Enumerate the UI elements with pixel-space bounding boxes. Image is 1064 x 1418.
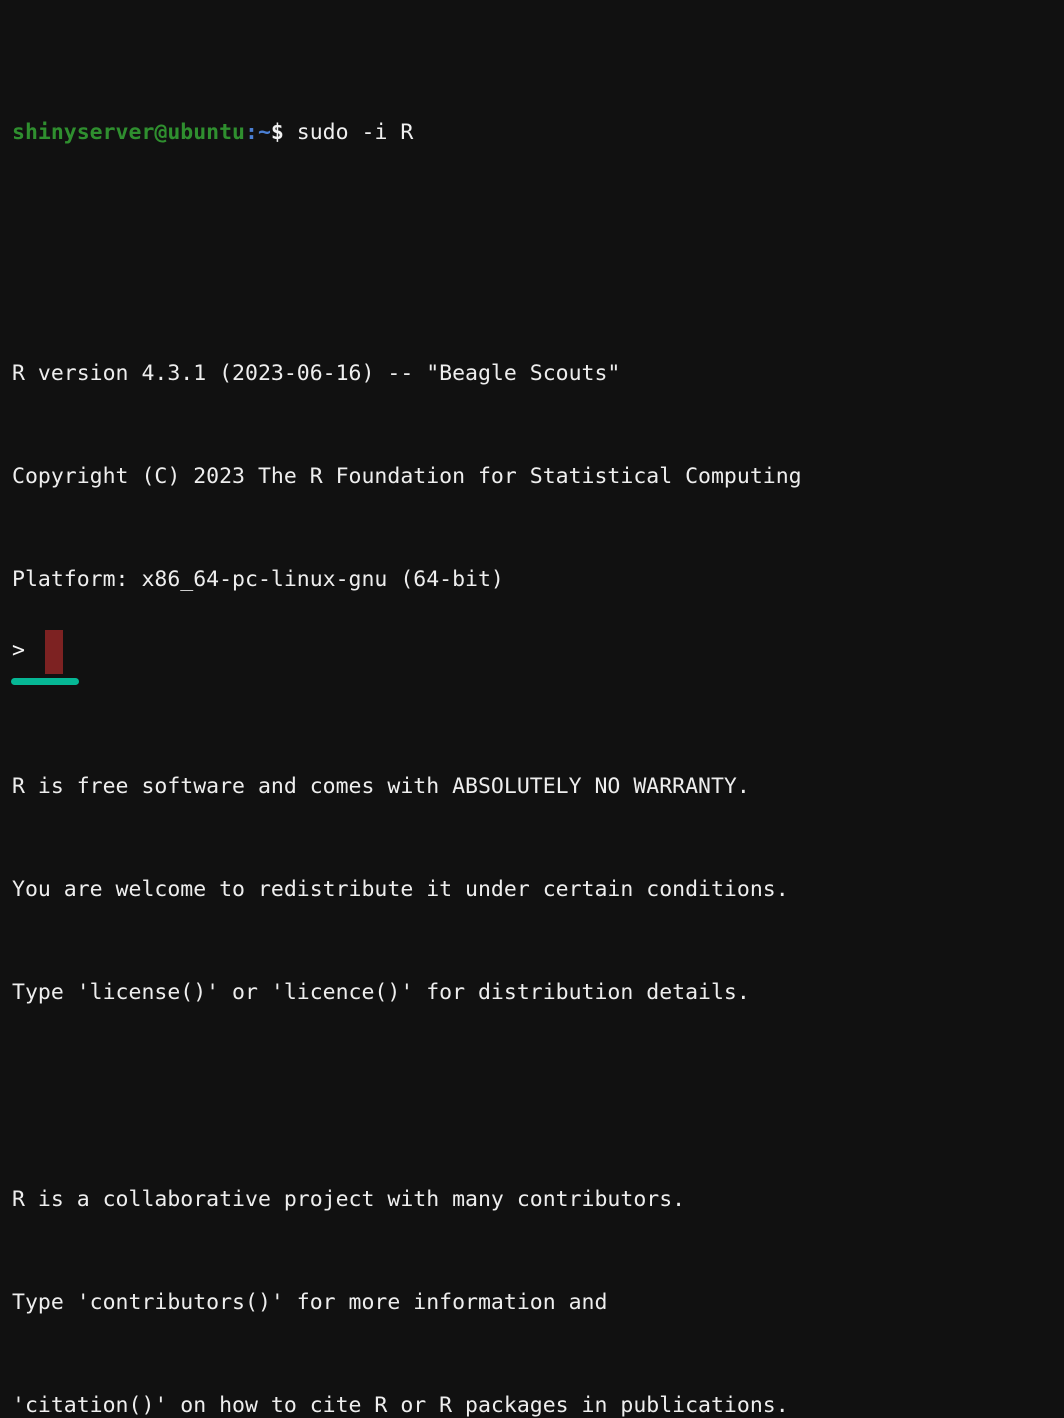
output-line-r-version: R version 4.3.1 (2023-06-16) -- "Beagle … [12, 357, 1064, 391]
output-line-redistribute: You are welcome to redistribute it under… [12, 873, 1064, 907]
scroll-position-indicator[interactable] [11, 678, 79, 685]
prompt-symbol: $ [271, 120, 284, 145]
output-line-collaborative: R is a collaborative project with many c… [12, 1183, 1064, 1217]
prompt-path: :~ [245, 120, 271, 145]
r-console-prompt-row[interactable]: > [12, 634, 25, 668]
output-line-free-software: R is free software and comes with ABSOLU… [12, 770, 1064, 804]
r-prompt-symbol: > [12, 634, 25, 668]
output-line-contributors: Type 'contributors()' for more informati… [12, 1286, 1064, 1320]
prompt-user-host: shinyserver@ubuntu [12, 120, 245, 145]
output-line-citation: 'citation()' on how to cite R or R packa… [12, 1389, 1064, 1418]
output-line-platform: Platform: x86_64-pc-linux-gnu (64-bit) [12, 563, 1064, 597]
shell-command-text: sudo -i R [284, 120, 413, 145]
output-line-blank-3 [12, 1079, 1064, 1113]
text-cursor [45, 630, 63, 674]
output-line-copyright: Copyright (C) 2023 The R Foundation for … [12, 460, 1064, 494]
output-line-blank-1 [12, 254, 1064, 288]
terminal-output-area: shinyserver@ubuntu:~$ sudo -i R R versio… [12, 13, 1064, 1418]
output-line-blank-2 [12, 667, 1064, 701]
terminal-window[interactable]: shinyserver@ubuntu:~$ sudo -i R R versio… [0, 0, 1064, 709]
shell-prompt-line: shinyserver@ubuntu:~$ sudo -i R [12, 116, 1064, 150]
output-line-license: Type 'license()' or 'licence()' for dist… [12, 976, 1064, 1010]
